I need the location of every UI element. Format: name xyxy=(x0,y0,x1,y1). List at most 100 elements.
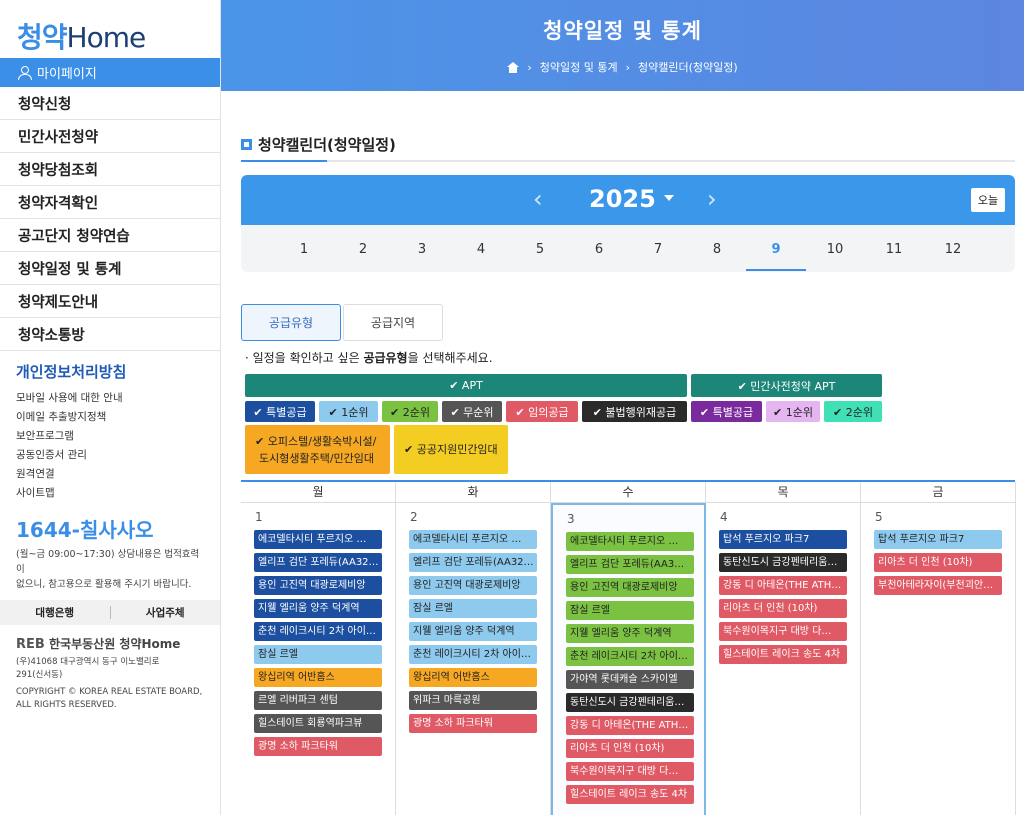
filter-chip-officetel[interactable]: ✔ 오피스텔/생활숙박시설/ 도시형생활주택/민간임대 xyxy=(245,425,390,474)
calendar-event[interactable]: 왕십리역 어반홈스 xyxy=(254,668,382,687)
calendar-event[interactable]: 왕십리역 어반홈스 xyxy=(409,668,537,687)
calendar-event[interactable]: 용인 고진역 대광로제비앙 xyxy=(254,576,382,595)
calendar-event[interactable]: 탑석 푸르지오 파크7 xyxy=(719,530,847,549)
sidebar-menu-item[interactable]: 청약제도안내 xyxy=(0,285,221,318)
sidebar-menu-item[interactable]: 청약자격확인 xyxy=(0,186,221,219)
calendar-event[interactable]: 잠실 르엘 xyxy=(566,601,694,620)
filter-chip-apt[interactable]: ✔ 임의공급 xyxy=(506,401,578,422)
calendar-event[interactable]: 에코델타시티 푸르지오 … xyxy=(409,530,537,549)
calendar-event[interactable]: 용인 고진역 대광로제비앙 xyxy=(409,576,537,595)
calendar-event[interactable]: 가야역 롯데캐슬 스카이엘 xyxy=(566,670,694,689)
calendar-event[interactable]: 춘천 레이크시티 2차 아이… xyxy=(254,622,382,641)
calendar-event[interactable]: 동탄신도시 금강펜테리움… xyxy=(566,693,694,712)
calendar-day[interactable]: 4 탑석 푸르지오 파크7 동탄신도시 금강펜테리움… 강동 디 아테온(THE AT… xyxy=(706,503,861,815)
calendar-event[interactable]: 북수원이목지구 대방 다… xyxy=(719,622,847,641)
calendar-event[interactable]: 탑석 푸르지오 파크7 xyxy=(874,530,1002,549)
calendar-event[interactable]: 춘천 레이크시티 2차 아이… xyxy=(409,645,537,664)
home-icon[interactable] xyxy=(507,61,520,73)
site-logo[interactable]: 청약Home xyxy=(0,0,220,58)
filter-chip-apt[interactable]: ✔ 불법행위재공급 xyxy=(582,401,687,422)
filter-chip-apt[interactable]: ✔ 특별공급 xyxy=(245,401,315,422)
calendar-event[interactable]: 지웰 엘리움 양주 덕계역 xyxy=(254,599,382,618)
calendar-day[interactable]: 1 에코델타시티 푸르지오 … 엘리프 검단 포레듀(AA32… 용인 고진역 대광로… xyxy=(241,503,396,815)
today-button[interactable]: 오늘 xyxy=(971,188,1005,212)
sidebar-link[interactable]: 공동인증서 관리 xyxy=(0,445,220,464)
month-tab[interactable]: 5 xyxy=(510,242,570,257)
calendar-event[interactable]: 강동 디 아테온(THE ATH… xyxy=(566,716,694,735)
calendar-event[interactable]: 광명 소하 파크타워 xyxy=(409,714,537,733)
calendar-event[interactable]: 잠실 르엘 xyxy=(254,645,382,664)
calendar-event[interactable]: 리아츠 더 인천 (10차) xyxy=(566,739,694,758)
calendar-event[interactable]: 잠실 르엘 xyxy=(409,599,537,618)
bank-button[interactable]: 대행은행 xyxy=(0,605,110,620)
sidebar-menu-item[interactable]: 청약신청 xyxy=(0,87,221,120)
calendar-day[interactable]: 2 에코델타시티 푸르지오 … 엘리프 검단 포레듀(AA32… 용인 고진역 대광로… xyxy=(396,503,551,815)
calendar-event[interactable]: 엘리프 검단 포레듀(AA32… xyxy=(254,553,382,572)
apt-filter-header[interactable]: ✔ APT xyxy=(245,374,687,397)
sidebar-link[interactable]: 사이트맵 xyxy=(0,483,220,502)
filter-chip-presale[interactable]: ✔ 2순위 xyxy=(824,401,882,422)
sidebar-menu-item[interactable]: 공고단지 청약연습 xyxy=(0,219,221,252)
mypage-button[interactable]: 마이페이지 xyxy=(0,58,220,87)
filter-chip-apt[interactable]: ✔ 2순위 xyxy=(382,401,438,422)
calendar-event[interactable]: 위파크 마륵공원 xyxy=(409,691,537,710)
sidebar-menu-item[interactable]: 청약소통방 xyxy=(0,318,221,351)
calendar-event[interactable]: 지웰 엘리움 양주 덕계역 xyxy=(409,622,537,641)
calendar-event[interactable]: 엘리프 검단 포레듀(AA32… xyxy=(409,553,537,572)
month-tab[interactable]: 10 xyxy=(805,242,865,257)
month-tab[interactable]: 9 xyxy=(746,242,806,257)
calendar-event[interactable]: 르엘 리버파크 센텀 xyxy=(254,691,382,710)
calendar-event[interactable]: 리아츠 더 인천 (10차) xyxy=(874,553,1002,572)
filter-chip-presale[interactable]: ✔ 특별공급 xyxy=(691,401,762,422)
sidebar-menu-item[interactable]: 청약일정 및 통계 xyxy=(0,252,221,285)
sidebar-menu-item[interactable]: 청약당첨조회 xyxy=(0,153,221,186)
calendar-event[interactable]: 힐스테이트 회룡역파크뷰 xyxy=(254,714,382,733)
month-tab[interactable]: 11 xyxy=(864,242,924,257)
calendar-event[interactable]: 춘천 레이크시티 2차 아이… xyxy=(566,647,694,666)
calendar-day[interactable]: 3 에코델타시티 푸르지오 … 엘리프 검단 포레듀(AA3… 용인 고진역 대광로제… xyxy=(551,503,706,815)
month-tab[interactable]: 4 xyxy=(451,242,511,257)
month-tab[interactable]: 2 xyxy=(333,242,393,257)
month-tab[interactable]: 12 xyxy=(923,242,983,257)
tab-supply-region[interactable]: 공급지역 xyxy=(343,304,443,341)
month-tab[interactable]: 8 xyxy=(687,242,747,257)
sidebar-link[interactable]: 이메일 추출방지정책 xyxy=(0,407,220,426)
chevron-left-icon[interactable]: ‹ xyxy=(533,185,543,213)
business-button[interactable]: 사업주체 xyxy=(111,605,221,620)
month-tab[interactable]: 3 xyxy=(392,242,452,257)
calendar-event[interactable]: 에코델타시티 푸르지오 … xyxy=(566,532,694,551)
caret-down-icon[interactable] xyxy=(664,195,674,201)
calendar-event[interactable]: 광명 소하 파크타워 xyxy=(254,737,382,756)
calendar-event[interactable]: 강동 디 아테온(THE ATH… xyxy=(719,576,847,595)
sidebar-menu-item[interactable]: 민간사전청약 xyxy=(0,120,221,153)
calendar-event[interactable]: 엘리프 검단 포레듀(AA3… xyxy=(566,555,694,574)
month-tab[interactable]: 7 xyxy=(628,242,688,257)
calendar-event[interactable]: 용인 고진역 대광로제비앙 xyxy=(566,578,694,597)
calendar-event[interactable]: 지웰 엘리움 양주 덕계역 xyxy=(566,624,694,643)
calendar-event[interactable]: 부천아테라자이(부천괴안… xyxy=(874,576,1002,595)
breadcrumb-item[interactable]: 청약일정 및 통계 xyxy=(540,59,618,75)
filter-chip-apt[interactable]: ✔ 무순위 xyxy=(442,401,502,422)
privacy-policy-link[interactable]: 개인정보처리방침 xyxy=(0,351,220,388)
sidebar-link[interactable]: 원격연결 xyxy=(0,464,220,483)
breadcrumb-item[interactable]: 청약캘린더(청약일정) xyxy=(638,59,738,75)
calendar-event[interactable]: 북수원이목지구 대방 다… xyxy=(566,762,694,781)
calendar-event[interactable]: 동탄신도시 금강펜테리움… xyxy=(719,553,847,572)
person-icon xyxy=(18,66,32,80)
calendar-event[interactable]: 힐스테이트 레이크 송도 4차 xyxy=(719,645,847,664)
calendar-day[interactable]: 5 탑석 푸르지오 파크7 리아츠 더 인천 (10차) 부천아테라자이(부천괴안… xyxy=(861,503,1016,815)
month-tab[interactable]: 1 xyxy=(274,242,334,257)
sidebar-link[interactable]: 모바일 사용에 대한 안내 xyxy=(0,388,220,407)
year-label[interactable]: 2025 xyxy=(589,185,656,213)
calendar-event[interactable]: 힐스테이트 레이크 송도 4차 xyxy=(566,785,694,804)
presale-filter-header[interactable]: ✔ 민간사전청약 APT xyxy=(691,374,882,397)
sidebar-link[interactable]: 보안프로그램 xyxy=(0,426,220,445)
filter-chip-apt[interactable]: ✔ 1순위 xyxy=(319,401,378,422)
month-tab[interactable]: 6 xyxy=(569,242,629,257)
tab-supply-type[interactable]: 공급유형 xyxy=(241,304,341,341)
calendar-event[interactable]: 리아츠 더 인천 (10차) xyxy=(719,599,847,618)
chevron-right-icon[interactable]: › xyxy=(707,185,717,213)
filter-chip-public-rental[interactable]: ✔ 공공지원민간임대 xyxy=(394,425,508,474)
filter-chip-presale[interactable]: ✔ 1순위 xyxy=(766,401,820,422)
calendar-event[interactable]: 에코델타시티 푸르지오 … xyxy=(254,530,382,549)
